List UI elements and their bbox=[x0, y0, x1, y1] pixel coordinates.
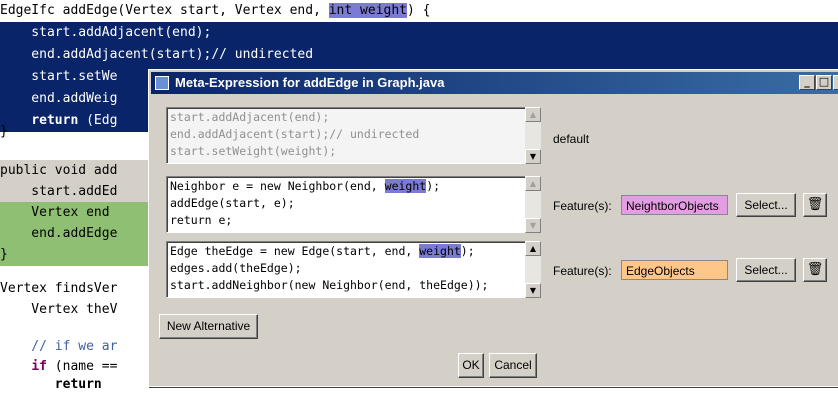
code-line: EdgeIfc addEdge(Vertex start, Vertex end… bbox=[0, 3, 431, 18]
feature-label: Feature(s): bbox=[553, 199, 612, 213]
maximize-button[interactable]: □ bbox=[816, 75, 832, 90]
alternative-code-line: Neighbor e = new Neighbor(end, weight); bbox=[170, 179, 441, 193]
default-label: default bbox=[553, 132, 590, 146]
alternative-scrollbar[interactable]: ▲ ▼ bbox=[525, 241, 541, 298]
default-scrollbar[interactable]: ▲ ▼ bbox=[525, 107, 541, 164]
scroll-down-icon[interactable]: ▼ bbox=[525, 149, 541, 164]
cancel-button[interactable]: Cancel bbox=[489, 353, 537, 378]
alternative-code-line: start.addNeighbor(new Neighbor(end, theE… bbox=[170, 278, 489, 292]
select-feature-button[interactable]: Select... bbox=[736, 258, 796, 282]
scroll-down-icon[interactable]: ▼ bbox=[525, 218, 541, 233]
default-code-area: start.addAdjacent(end); end.addAdjacent(… bbox=[166, 107, 538, 164]
scroll-up-icon[interactable]: ▲ bbox=[525, 241, 541, 256]
trash-icon[interactable]: 🗑 bbox=[803, 193, 827, 217]
code-line: start.addAdjacent(end); bbox=[0, 22, 838, 44]
feature-value-box: EdgeObjects bbox=[621, 260, 728, 280]
alternative-code-line: edges.add(theEdge); bbox=[170, 261, 302, 275]
alternative-scrollbar[interactable]: ▲ ▼ bbox=[525, 176, 541, 233]
ok-button[interactable]: OK bbox=[458, 353, 484, 378]
code-line: end.addAdjacent(start);// undirected bbox=[0, 44, 838, 66]
default-code-line: start.setWeight(weight); bbox=[170, 144, 337, 158]
alternative-code-line: addEdge(start, e); bbox=[170, 196, 295, 210]
scroll-up-icon[interactable]: ▲ bbox=[525, 107, 541, 122]
alternative-code-line: Edge theEdge = new Edge(start, end, weig… bbox=[170, 244, 475, 258]
dialog-titlebar[interactable]: Meta-Expression for addEdge in Graph.jav… bbox=[151, 72, 838, 94]
alternative-code-area[interactable]: Edge theEdge = new Edge(start, end, weig… bbox=[166, 241, 538, 298]
new-alternative-button[interactable]: New Alternative bbox=[159, 314, 258, 339]
alternative-code-area[interactable]: Neighbor e = new Neighbor(end, weight); … bbox=[166, 176, 538, 233]
close-button[interactable]: × bbox=[833, 75, 838, 90]
dialog-title: Meta-Expression for addEdge in Graph.jav… bbox=[175, 75, 445, 90]
scroll-down-icon[interactable]: ▼ bbox=[525, 283, 541, 298]
window-app-icon bbox=[155, 76, 169, 90]
trash-icon[interactable]: 🗑 bbox=[803, 258, 827, 282]
default-code-line: start.addAdjacent(end); bbox=[170, 110, 330, 124]
default-code-line: end.addAdjacent(start);// undirected bbox=[170, 127, 420, 141]
meta-expression-dialog: Meta-Expression for addEdge in Graph.jav… bbox=[148, 69, 838, 387]
minimize-button[interactable]: _ bbox=[799, 75, 815, 90]
scroll-up-icon[interactable]: ▲ bbox=[525, 176, 541, 191]
select-feature-button[interactable]: Select... bbox=[736, 193, 796, 217]
alternative-code-line: return e; bbox=[170, 213, 233, 227]
feature-value-box: NeightborObjects bbox=[621, 195, 728, 215]
feature-label: Feature(s): bbox=[553, 264, 612, 278]
